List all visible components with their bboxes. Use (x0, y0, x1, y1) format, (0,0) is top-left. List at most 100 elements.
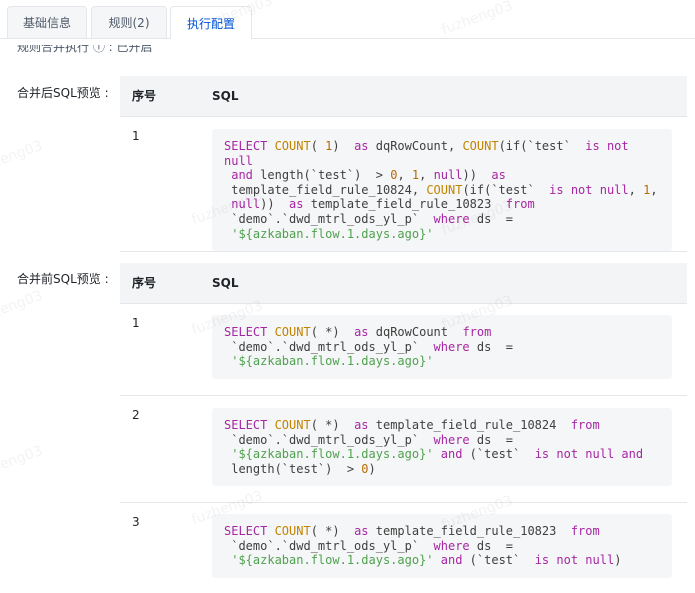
merge-execution-label-cutoff: 规则合并执行 ⓘ : 已开启 (17, 45, 153, 54)
sql-token-fn: COUNT (274, 524, 311, 538)
sql-token-id (434, 447, 441, 461)
sql-token-fn: COUNT (426, 182, 463, 197)
table-header: 序号 SQL (120, 76, 687, 117)
sql-token-id: , (397, 168, 412, 183)
sql-code-block: SELECT COUNT( 1) as dqRowCount, COUNT(if… (212, 129, 672, 252)
sql-token-kw: from (505, 197, 535, 212)
sql-token-id: template_field_rule_10824, (231, 182, 420, 197)
sql-token-id: template_field_rule_10823 (368, 524, 571, 538)
tab-label: 执行配置 (186, 16, 235, 31)
sql-token-kw: is not null (534, 553, 615, 568)
sql-token-id: , (628, 182, 644, 197)
col-sql-header: SQL (212, 89, 239, 103)
sql-token-kw: SELECT (224, 325, 275, 339)
table-row: 1 SELECT COUNT( *) as dqRowCount from `d… (120, 304, 687, 396)
sql-token-id: ( *) (310, 325, 355, 339)
sql-code-block: SELECT COUNT( *) as template_field_rule_… (212, 514, 672, 578)
sql-token-id: dqRowCount, (368, 139, 463, 153)
sql-token-kw: is not null (549, 182, 629, 197)
sql-token-id: `demo`.`dwd_mtrl_ods_yl_p` (231, 538, 420, 553)
sql-token-id: ( (310, 139, 326, 153)
tab-rules[interactable]: 规则(2) (91, 6, 167, 38)
sql-token-kw: SELECT (224, 524, 275, 538)
sql-token-num: 0 (361, 461, 369, 476)
tab-execution-config[interactable]: 执行配置 (170, 6, 252, 39)
row-index: 2 (132, 408, 140, 422)
merged-before-label: 合并前SQL预览 : (17, 272, 109, 286)
sql-token-kw: from (570, 418, 600, 432)
tab-label: 规则(2) (108, 16, 150, 30)
sql-token-kw: as (354, 418, 369, 432)
sql-token-id: ) (332, 139, 355, 153)
sql-token-str: '${azkaban.flow.1.days.ago}' (231, 553, 434, 568)
sql-token-id: (`test` (462, 553, 535, 568)
sql-token-id: dqRowCount (368, 325, 463, 339)
col-index-header: 序号 (132, 276, 157, 290)
watermark: fuzheng03 (0, 442, 45, 484)
sql-code-block: SELECT COUNT( *) as template_field_rule_… (212, 408, 672, 487)
sql-token-kw: where (433, 339, 470, 354)
sql-token-kw: as (354, 139, 369, 153)
row-index: 1 (132, 316, 140, 330)
tab-basic-info[interactable]: 基础信息 (7, 6, 87, 38)
sql-token-id: `demo`.`dwd_mtrl_ods_yl_p` (231, 211, 420, 226)
sql-token-fn: COUNT (274, 325, 311, 339)
tab-bar: 基础信息 规则(2) 执行配置 (0, 0, 695, 39)
table-row: 2 SELECT COUNT( *) as template_field_rul… (120, 396, 687, 503)
sql-token-kw: from (570, 524, 600, 538)
sql-token-id: )) (260, 197, 290, 212)
sql-token-kw: SELECT (224, 418, 275, 432)
sql-token-fn: COUNT (274, 418, 311, 432)
watermark: fuzheng03 (0, 287, 45, 329)
sql-token-id: `demo`.`dwd_mtrl_ods_yl_p` (231, 339, 420, 354)
sql-token-fn: COUNT (462, 139, 499, 153)
sql-token-id: (if(`test` (462, 182, 550, 197)
sql-token-fn: COUNT (274, 139, 311, 153)
sql-token-kw: as (289, 197, 304, 212)
sql-token-id: (if(`test` (498, 139, 586, 153)
sql-token-str: '${azkaban.flow.1.days.ago}' (231, 226, 434, 241)
sql-token-kw: null (231, 197, 261, 212)
sql-token-id: template_field_rule_10823 (303, 197, 506, 212)
sql-token-id: , (419, 168, 434, 183)
sql-token-id: length(`test`) > (252, 168, 391, 183)
sql-token-kw: SELECT (224, 139, 275, 153)
sql-token-kw: where (433, 538, 470, 553)
sql-token-id: )) (462, 168, 492, 183)
sql-token-id: template_field_rule_10824 (368, 418, 571, 432)
sql-token-id (434, 553, 441, 567)
merged-after-table: 序号 SQL 1 SELECT COUNT( 1) as dqRowCount,… (120, 76, 687, 252)
sql-token-kw: as (354, 524, 369, 538)
sql-token-kw: as (491, 168, 506, 183)
sql-token-kw: and (231, 168, 253, 183)
sql-token-kw: where (433, 432, 470, 447)
sql-token-kw: and (440, 553, 463, 568)
sql-token-id: ) (614, 553, 622, 568)
col-index-header: 序号 (132, 89, 157, 103)
table-header: 序号 SQL (120, 263, 687, 304)
row-index: 3 (132, 515, 140, 529)
sql-token-kw: is not null and (534, 447, 644, 462)
sql-token-str: '${azkaban.flow.1.days.ago}' (231, 354, 434, 369)
merged-after-label: 合并后SQL预览 : (17, 86, 109, 100)
sql-token-kw: as (354, 325, 369, 339)
sql-token-id: ( *) (310, 418, 355, 432)
sql-token-kw: null (433, 168, 463, 183)
sql-token-id: (`test` (462, 447, 535, 462)
merged-before-table: 序号 SQL 1 SELECT COUNT( *) as dqRowCount … (120, 263, 687, 593)
sql-token-id: length(`test`) > (231, 461, 355, 476)
sql-token-str: '${azkaban.flow.1.days.ago}' (231, 447, 434, 462)
sql-token-id: ( *) (310, 524, 355, 538)
row-index: 1 (132, 129, 140, 143)
table-row: 3 SELECT COUNT( *) as template_field_rul… (120, 503, 687, 593)
sql-token-id: `demo`.`dwd_mtrl_ods_yl_p` (231, 432, 420, 447)
sql-token-kw: where (433, 211, 470, 226)
sql-token-kw: and (440, 447, 463, 462)
sql-code-block: SELECT COUNT( *) as dqRowCount from `dem… (212, 315, 672, 379)
sql-token-id: ) (368, 461, 376, 476)
sql-token-kw: from (462, 325, 492, 339)
watermark: fuzheng03 (0, 137, 45, 179)
tab-label: 基础信息 (22, 16, 71, 30)
table-row: 1 SELECT COUNT( 1) as dqRowCount, COUNT(… (120, 117, 687, 252)
col-sql-header: SQL (212, 276, 239, 290)
